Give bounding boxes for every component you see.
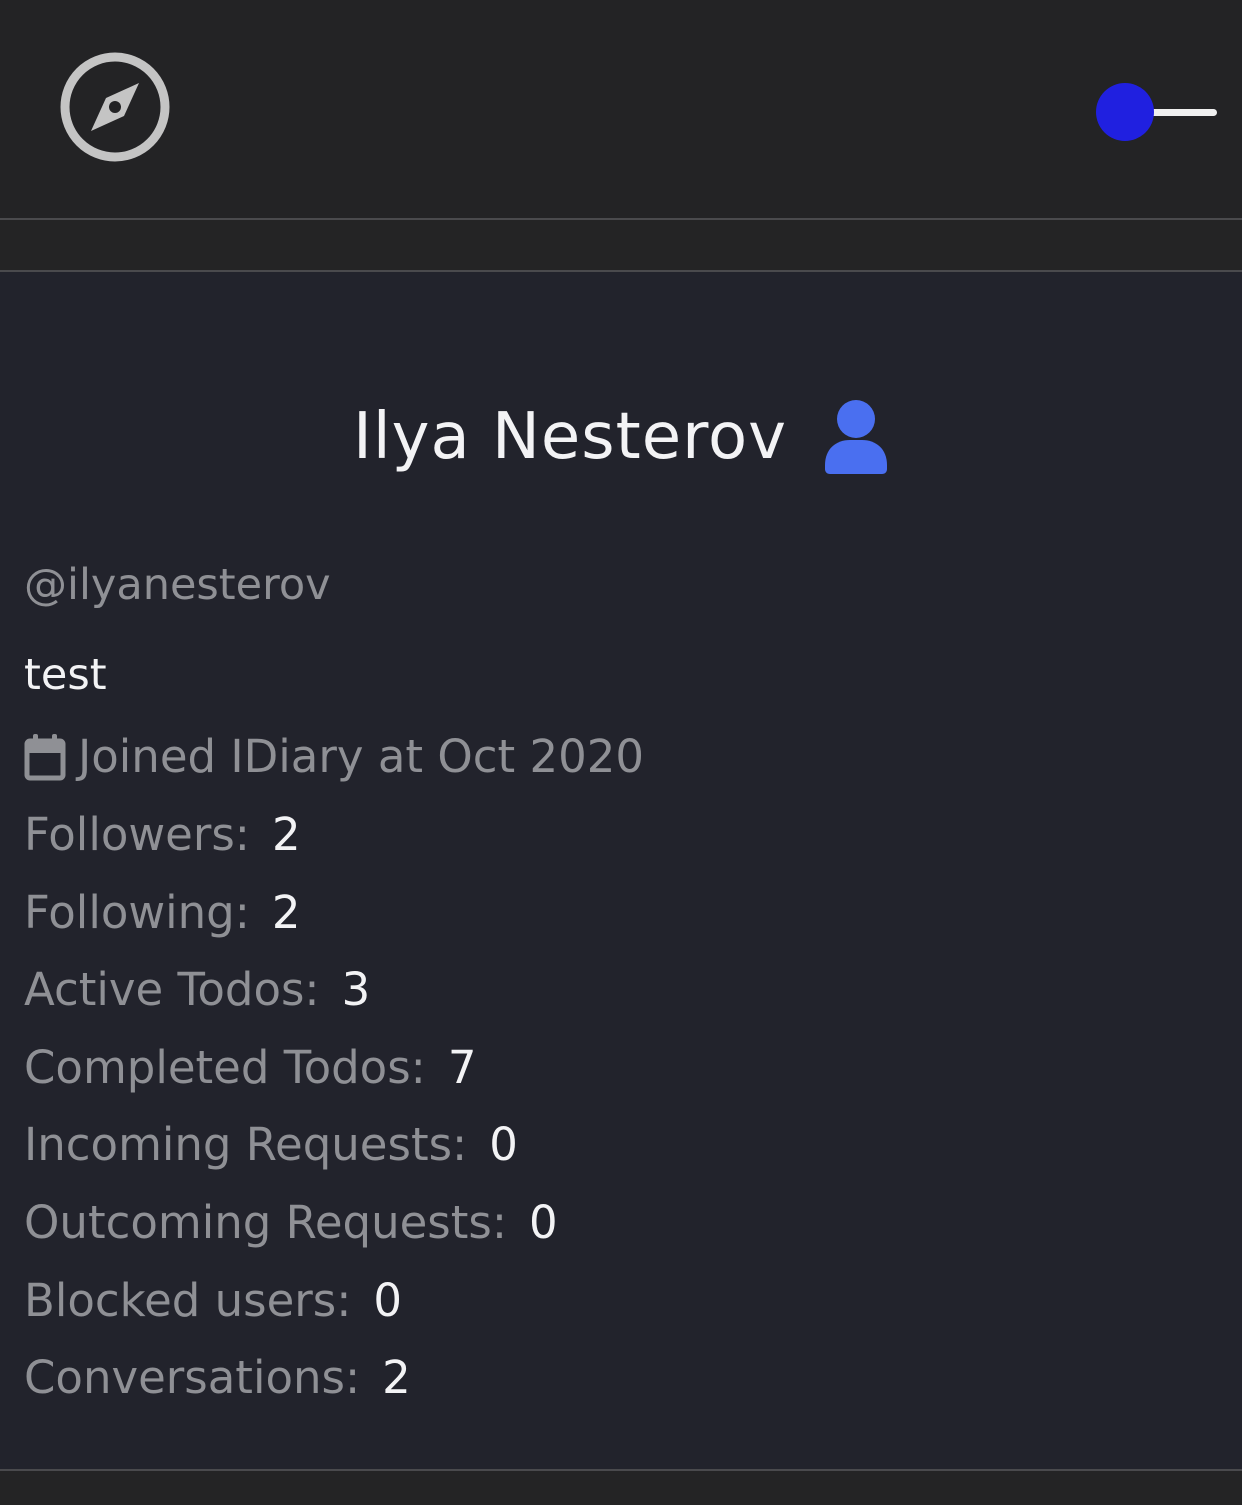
toggle-knob (1096, 83, 1154, 141)
sub-navbar (0, 220, 1242, 272)
stat-value: 3 (341, 963, 371, 1017)
user-icon (825, 400, 888, 474)
stat-value: 2 (382, 1351, 411, 1405)
stat-label: Blocked users: (24, 1273, 352, 1327)
stat-completed-todos[interactable]: Completed Todos: 7 (24, 1041, 558, 1119)
profile-name: Ilya Nesterov (352, 400, 788, 474)
calendar-icon (24, 733, 66, 780)
stat-label: Conversations: (24, 1351, 361, 1405)
profile-header: Ilya Nesterov (0, 392, 1242, 482)
stat-label: Incoming Requests: (24, 1118, 468, 1172)
stat-label: Following: (24, 885, 250, 939)
stat-label: Outcoming Requests: (24, 1195, 507, 1249)
stat-label: Completed Todos: (24, 1040, 426, 1094)
stat-blocked-users[interactable]: Blocked users: 0 (24, 1274, 558, 1352)
stat-value: 0 (528, 1195, 558, 1249)
stat-value: 0 (373, 1273, 403, 1327)
profile-handle: @ilyanesterov (24, 560, 331, 610)
joined-text: Joined IDiary at Oct 2020 (78, 730, 644, 783)
toggle-track (1144, 109, 1217, 116)
stat-followers[interactable]: Followers: 2 (24, 808, 558, 886)
profile-bio: test (24, 650, 107, 700)
stat-label: Active Todos: (24, 963, 320, 1017)
profile-stats: Followers: 2 Following: 2 Active Todos: … (24, 808, 558, 1429)
stat-incoming-requests[interactable]: Incoming Requests: 0 (24, 1118, 558, 1196)
stat-value: 7 (447, 1040, 477, 1094)
theme-toggle[interactable] (1094, 82, 1220, 144)
stat-value: 2 (271, 885, 301, 939)
stat-conversations[interactable]: Conversations: 2 (24, 1351, 558, 1429)
profile-card: Ilya Nesterov @ilyanesterov test Joined … (0, 272, 1242, 1471)
stat-following[interactable]: Following: 2 (24, 886, 558, 964)
stat-active-todos[interactable]: Active Todos: 3 (24, 963, 558, 1041)
top-navbar (0, 0, 1242, 220)
footer (0, 1471, 1242, 1505)
joined-date: Joined IDiary at Oct 2020 (24, 730, 644, 783)
stat-outcoming-requests[interactable]: Outcoming Requests: 0 (24, 1196, 558, 1274)
stat-label: Followers: (24, 808, 250, 861)
stat-value: 2 (271, 808, 301, 861)
stat-value: 0 (489, 1118, 518, 1172)
compass-icon[interactable] (58, 50, 172, 164)
